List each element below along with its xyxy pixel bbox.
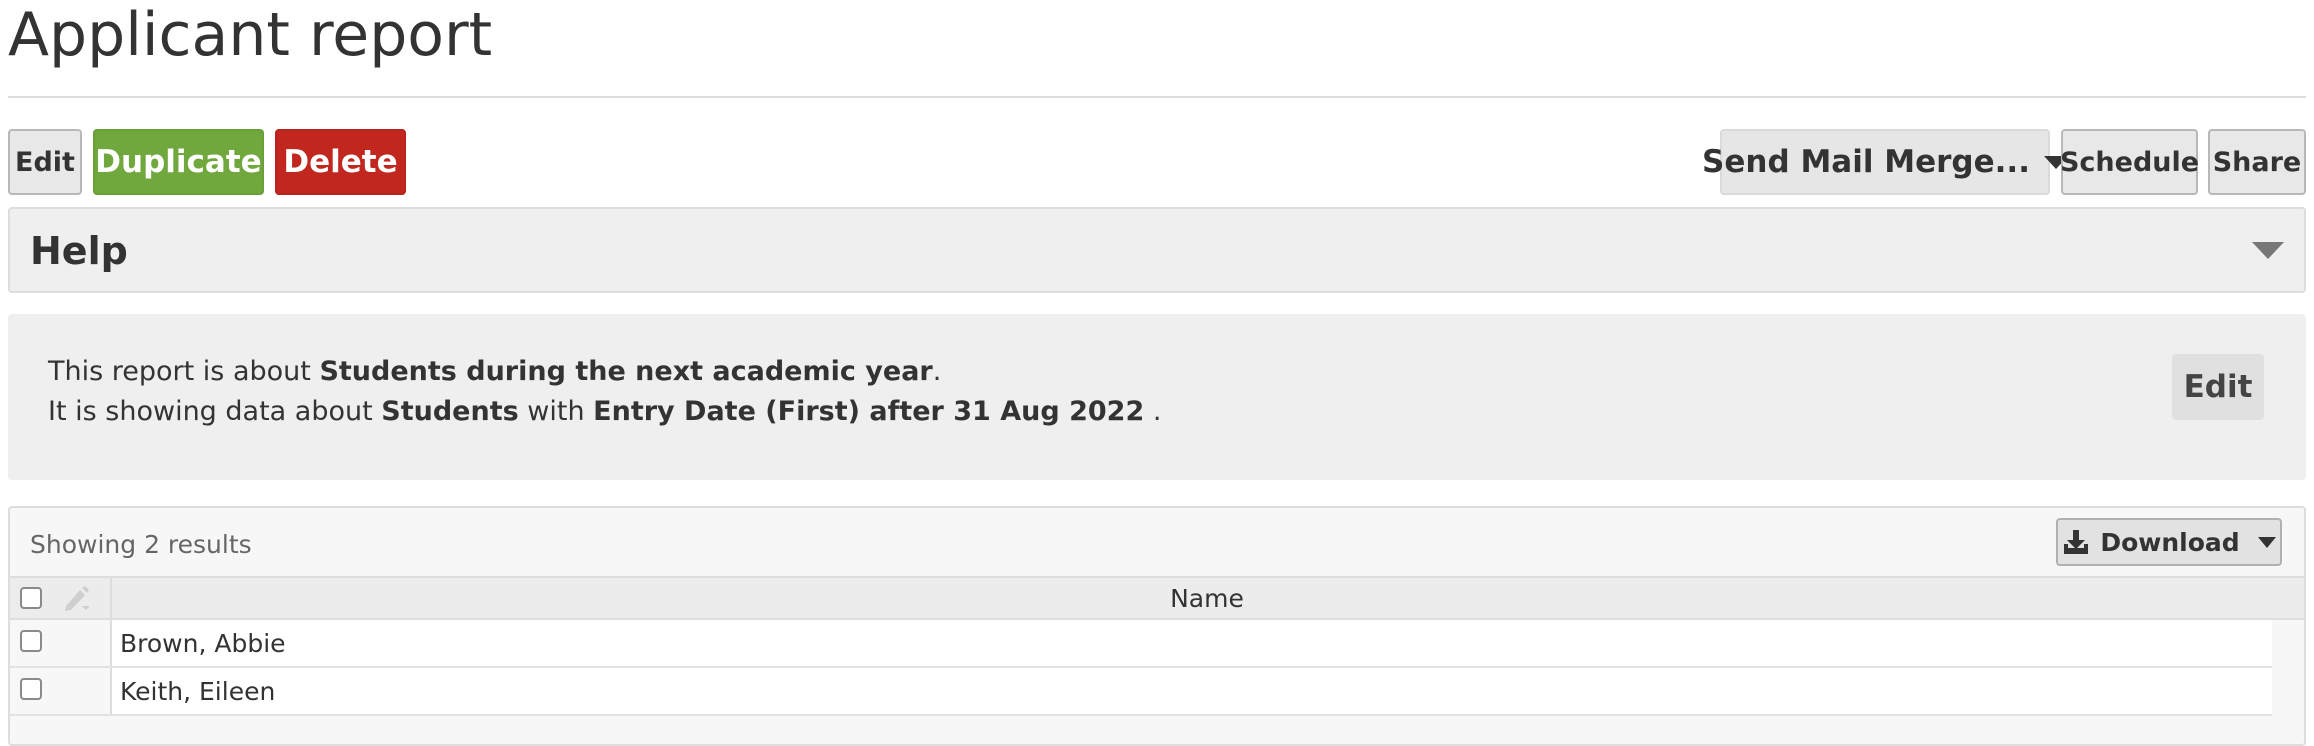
report-subject-line: This report is about Students during the… [48,354,941,390]
report-filter-condition: Entry Date (First) after 31 Aug 2022 [593,396,1145,427]
download-icon [2064,530,2089,554]
report-filter-suffix: . [1144,396,1162,427]
send-mail-merge-button[interactable]: Send Mail Merge... [1702,129,2068,195]
title-divider [8,96,2306,98]
student-name[interactable]: Brown, Abbie [120,620,286,666]
results-count: Showing 2 results [30,530,252,559]
results-panel: Showing 2 results Download Name Brown, A… [8,506,2306,746]
duplicate-button[interactable]: Duplicate [93,129,264,195]
send-mail-merge-label: Send Mail Merge... [1702,144,2030,180]
select-column-header [10,578,112,618]
report-filter-mid: with [518,396,594,427]
help-panel[interactable]: Help [8,207,2306,293]
delete-button[interactable]: Delete [275,129,406,195]
select-all-checkbox[interactable] [20,587,42,609]
report-subject-suffix: . [932,356,942,387]
report-filter-prefix: It is showing data about [48,396,382,427]
help-title: Help [30,229,128,273]
student-name[interactable]: Keith, Eileen [120,668,275,714]
edit-button[interactable]: Edit [8,129,82,195]
column-header-name[interactable]: Name [110,578,2304,618]
chevron-down-icon[interactable] [2252,242,2284,259]
table-row[interactable]: Brown, Abbie [10,620,2272,668]
download-label: Download [2100,527,2240,557]
report-subject: Students during the next academic year [319,356,933,387]
row-select-cell [10,668,112,714]
share-button[interactable]: Share [2208,129,2306,195]
chevron-down-icon [2257,536,2276,548]
report-entity: Students [381,396,519,427]
row-select-cell [10,620,112,666]
pencil-icon[interactable] [62,586,92,612]
download-button[interactable]: Download [2056,518,2282,566]
report-subject-prefix: This report is about [48,356,320,387]
page-title: Applicant report [8,0,493,70]
schedule-button[interactable]: Schedule [2060,129,2199,195]
row-checkbox[interactable] [20,630,42,652]
table-row[interactable]: Keith, Eileen [10,668,2272,716]
report-filter-line: It is showing data about Students with E… [48,394,1161,430]
edit-criteria-button[interactable]: Edit [2172,354,2264,420]
results-table: Name Brown, Abbie Keith, Eileen [10,576,2304,716]
report-summary-panel: This report is about Students during the… [8,314,2306,480]
table-header: Name [10,576,2304,620]
report-page: Applicant report Edit Duplicate Delete S… [0,0,2314,746]
row-checkbox[interactable] [20,678,42,700]
